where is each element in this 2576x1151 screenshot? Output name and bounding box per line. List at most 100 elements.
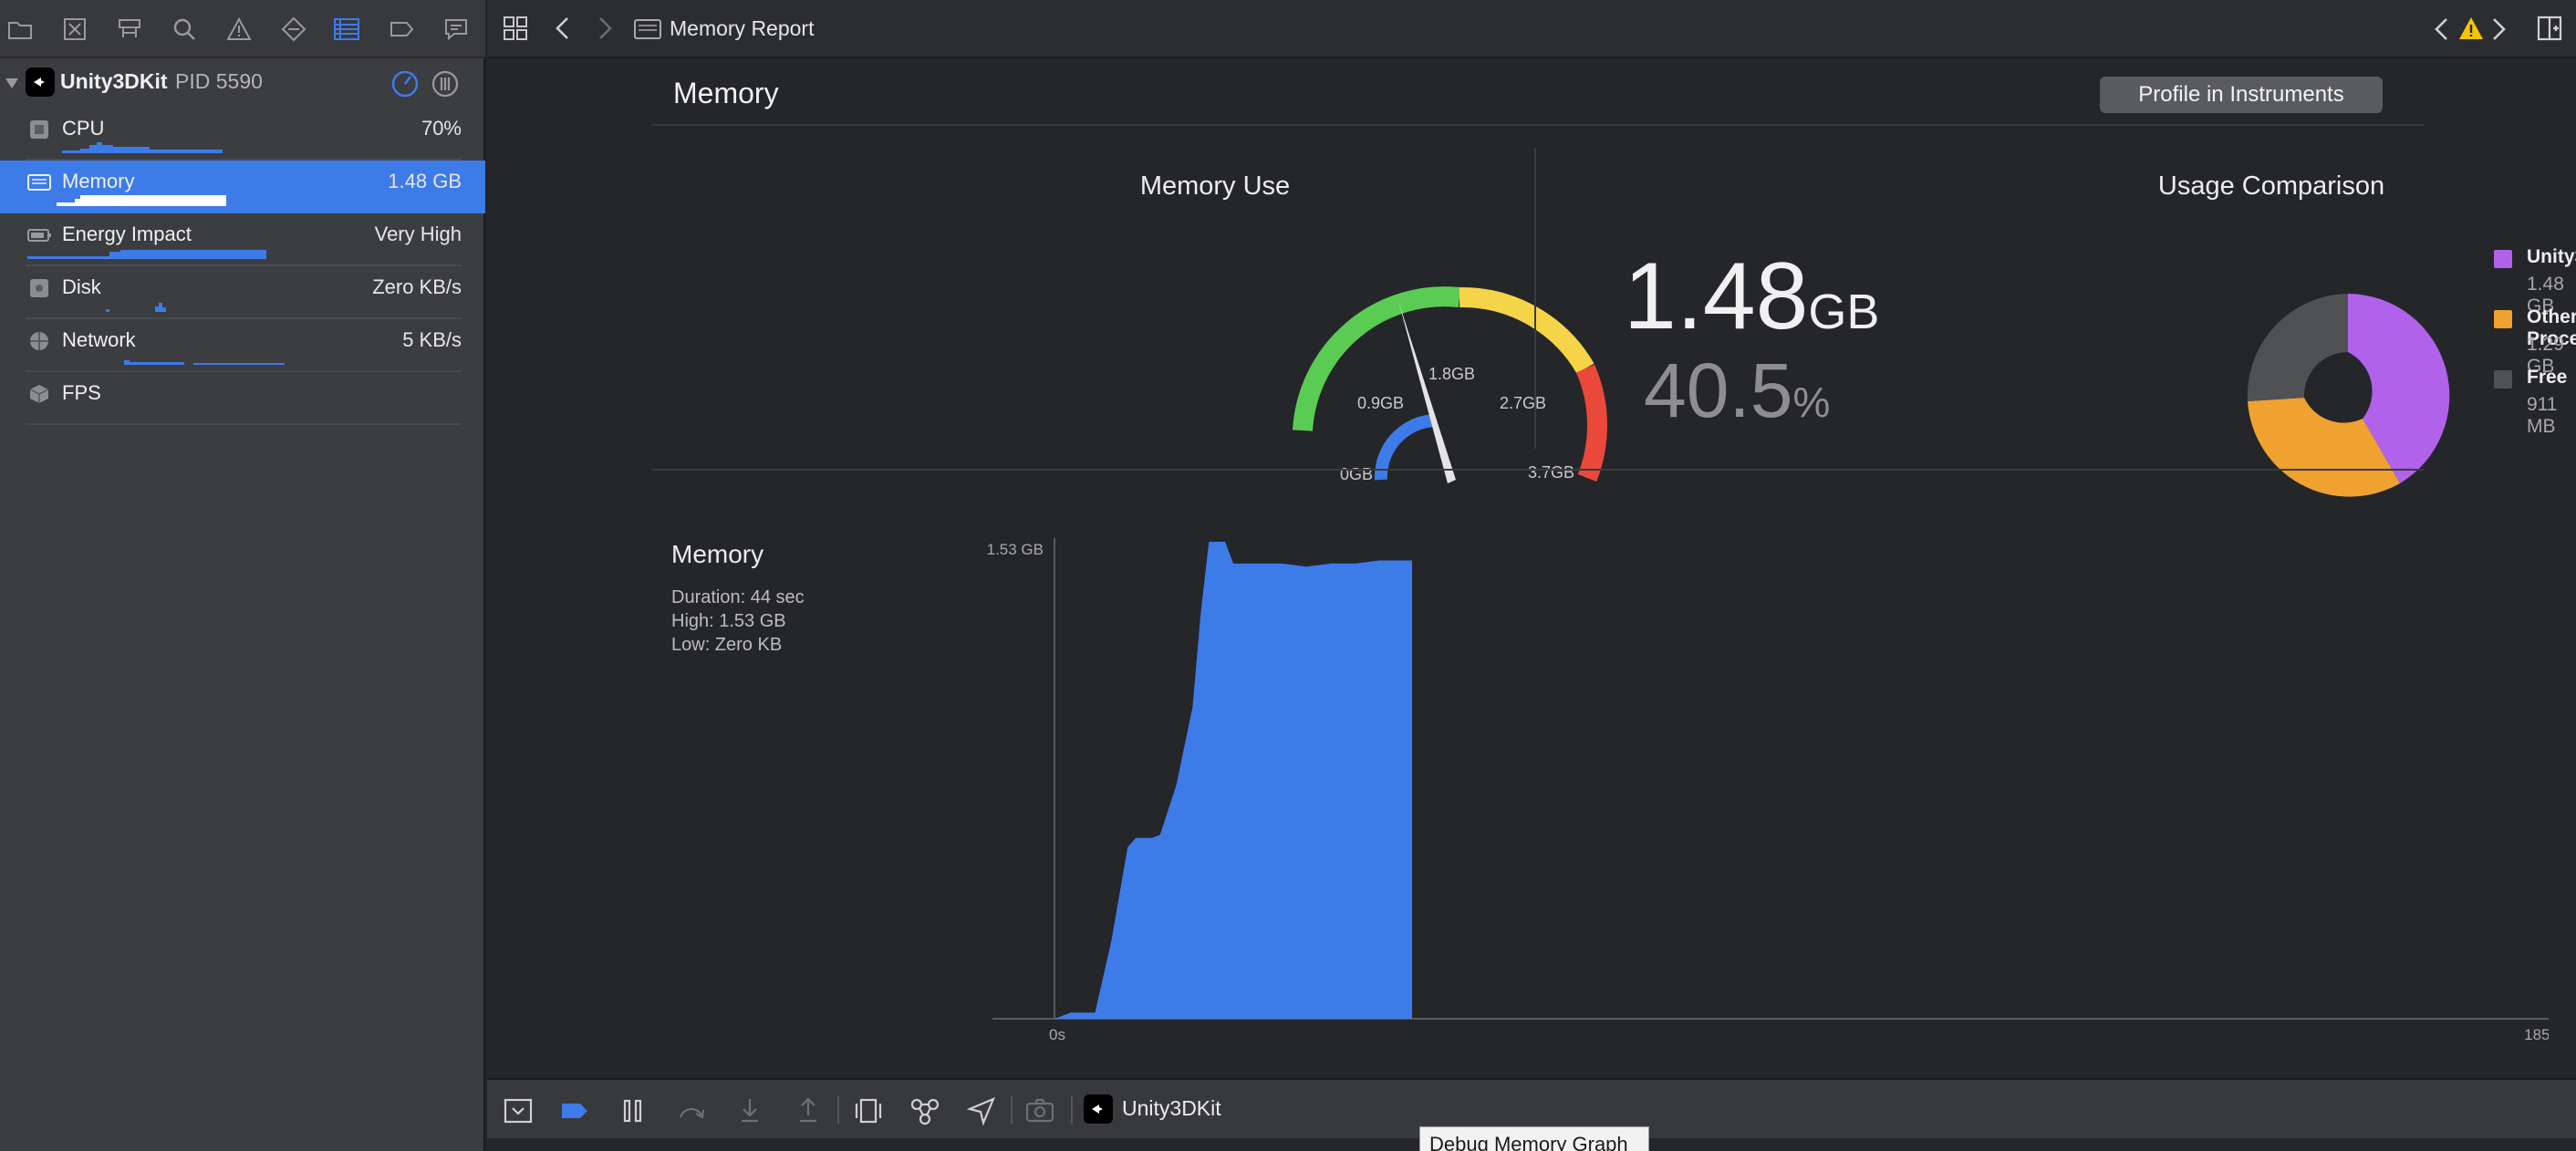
energy-sparkline: [27, 250, 266, 259]
source-control-icon[interactable]: [58, 13, 91, 46]
issue-warning-icon[interactable]: [223, 13, 255, 46]
gauge-memory[interactable]: Memory 1.48 GB: [0, 161, 485, 213]
xcode-window: Unity3DKit PID 5590 CPU 70% Memory 1.48 …: [0, 0, 2576, 1151]
memory-percent-sign: %: [1792, 378, 1831, 426]
symbol-navigator-icon[interactable]: [113, 13, 146, 46]
memory-chip-icon: [27, 174, 51, 191]
legend-label: Free: [2527, 367, 2568, 388]
gauge-disk[interactable]: Disk Zero KB/s: [0, 266, 485, 319]
pause-icon[interactable]: [617, 1094, 649, 1127]
profile-in-instruments-button[interactable]: Profile in Instruments: [2100, 77, 2383, 113]
donut-slice-free: [2247, 294, 2348, 401]
memory-area: [1054, 542, 1412, 1019]
network-sparkline: [124, 360, 285, 365]
timeline-heading: Memory: [671, 540, 764, 568]
gauge-value: 5 KB/s: [402, 328, 462, 351]
memory-report-icon: [634, 19, 661, 39]
add-editor-split-icon[interactable]: [2536, 15, 2563, 42]
search-icon[interactable]: [168, 13, 201, 46]
gauge-network[interactable]: Network 5 KB/s: [0, 319, 485, 372]
toolbar-separator: [1071, 1096, 1073, 1124]
gauge-fps[interactable]: FPS: [0, 372, 485, 425]
debug-navigator-icon[interactable]: [330, 13, 363, 46]
hide-debug-area-icon[interactable]: [502, 1094, 535, 1127]
gauge-energy-impact[interactable]: Energy Impact Very High: [0, 213, 485, 266]
memory-report-pane: Memory Profile in Instruments Memory Use…: [487, 58, 2576, 1078]
unity-app-icon: [1084, 1094, 1113, 1124]
jump-bar-title[interactable]: Memory Report: [670, 16, 814, 41]
step-over-icon[interactable]: [675, 1094, 708, 1127]
timeline-high: High: 1.53 GB: [671, 611, 786, 631]
step-into-icon[interactable]: [733, 1094, 766, 1127]
page-title: Memory: [673, 77, 779, 109]
gauge-value: 70%: [421, 117, 462, 140]
usage-comparison-heading: Usage Comparison: [2157, 171, 2385, 201]
disclosure-triangle-icon[interactable]: [4, 75, 20, 91]
gauge-tick-label: 1.8GB: [1428, 365, 1475, 383]
memory-total-readout: 1.48GB: [1624, 243, 1880, 349]
memory-gauge: 0GB 0.9GB 1.8GB 2.7GB 3.7GB: [1293, 286, 1608, 483]
gauge-tick-label: 3.7GB: [1528, 463, 1574, 482]
related-items-grid-icon[interactable]: [502, 15, 529, 42]
editor-area: Memory Report Memory Profile in Instrume…: [487, 0, 2576, 1151]
cpu-sparkline: [62, 142, 223, 153]
breakpoint-navigator-icon[interactable]: [385, 13, 418, 46]
gauge-value: Zero KB/s: [372, 275, 462, 298]
gauge-label: FPS: [62, 381, 101, 404]
toolbar-separator: [837, 1096, 839, 1124]
gauge-cpu[interactable]: CPU 70%: [0, 108, 485, 161]
folder-icon[interactable]: [4, 13, 36, 46]
cpu-chip-icon: [30, 120, 48, 139]
forward-chevron-icon[interactable]: [591, 15, 618, 42]
memory-percent-value: 40.5: [1644, 347, 1793, 433]
next-issue-icon[interactable]: [2487, 16, 2510, 42]
test-navigator-icon[interactable]: [277, 13, 310, 46]
fps-cube-icon: [29, 385, 49, 403]
divider: [651, 469, 2425, 471]
previous-issue-icon[interactable]: [2430, 16, 2454, 42]
gauge-tick-label: 0.9GB: [1357, 394, 1404, 412]
gauge-label: Network: [62, 328, 136, 351]
camera-icon[interactable]: [1023, 1094, 1056, 1127]
process-row[interactable]: Unity3DKit PID 5590: [0, 64, 485, 102]
memory-sparkline: [57, 195, 226, 206]
timeline-duration: Duration: 44 sec: [671, 587, 805, 607]
memory-total-unit: GB: [1808, 285, 1880, 339]
gauge-tick-label: 0GB: [1340, 465, 1373, 483]
step-out-icon[interactable]: [792, 1094, 825, 1127]
back-chevron-icon[interactable]: [549, 15, 576, 42]
report-navigator-icon[interactable]: [440, 13, 473, 46]
jump-bar: Memory Report: [487, 0, 2576, 58]
simulate-location-icon[interactable]: [965, 1094, 998, 1127]
memory-graph-icon[interactable]: [909, 1094, 941, 1127]
x-end-label: 185s: [2524, 1026, 2549, 1043]
process-name: Unity3DKit: [60, 69, 168, 93]
legend-swatch-free: [2494, 370, 2512, 389]
disk-icon: [30, 279, 48, 297]
disk-sparkline: [106, 303, 166, 312]
speedometer-icon[interactable]: [390, 69, 420, 99]
vertical-divider: [1534, 148, 1536, 449]
threads-icon[interactable]: [431, 69, 460, 99]
divider: [651, 124, 2425, 126]
memory-percent-readout: 40.5%: [1644, 347, 1831, 433]
timeline-low: Low: Zero KB: [671, 635, 783, 655]
gauge-tick-label: 2.7GB: [1500, 394, 1546, 412]
memory-use-heading: Memory Use: [1139, 171, 1291, 201]
view-hierarchy-icon[interactable]: [852, 1094, 885, 1127]
legend-swatch-unity3dkit: [2494, 250, 2512, 268]
battery-icon: [27, 229, 51, 242]
debug-process-label[interactable]: Unity3DKit: [1122, 1096, 1221, 1121]
process-pid: PID 5590: [175, 69, 263, 93]
toolbar-separator: [1011, 1096, 1013, 1124]
x-start-label: 0s: [1049, 1026, 1065, 1043]
debug-navigator: Unity3DKit PID 5590 CPU 70% Memory 1.48 …: [0, 0, 485, 1151]
y-max-label: 1.53 GB: [987, 541, 1044, 558]
legend-label: Unity3DKit: [2527, 246, 2576, 267]
legend-swatch-other-processes: [2494, 310, 2512, 328]
navigator-toolbar: [0, 0, 485, 58]
warning-icon[interactable]: [2457, 15, 2485, 42]
unity-app-icon: [26, 67, 55, 97]
breakpoints-toggle-icon[interactable]: [558, 1094, 591, 1127]
tooltip: Debug Memory Graph: [1419, 1126, 1649, 1151]
